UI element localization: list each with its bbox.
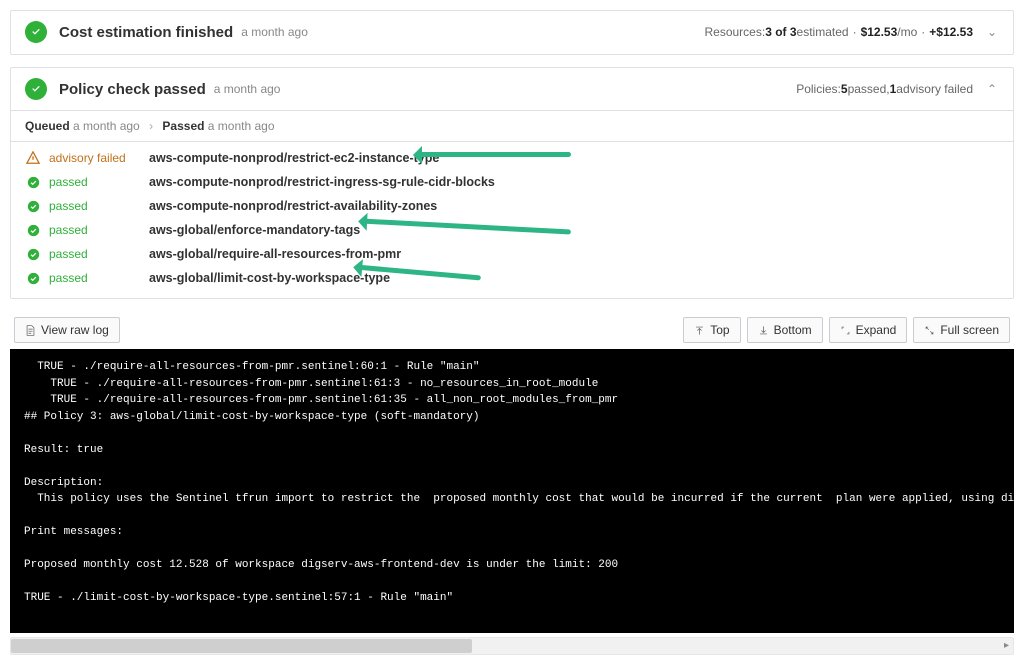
policy-panel-title: Policy check passed	[59, 81, 206, 98]
arrow-top-icon	[694, 325, 705, 336]
cost-estimation-panel: Cost estimation finished a month ago Res…	[10, 10, 1014, 55]
full-screen-button[interactable]: Full screen	[913, 317, 1010, 343]
policy-name: aws-compute-nonprod/restrict-availabilit…	[149, 199, 437, 213]
policy-status-breadcrumb: Queued a month ago › Passed a month ago	[11, 111, 1013, 142]
annotation-arrow	[416, 152, 571, 157]
terminal-output[interactable]: TRUE - ./require-all-resources-from-pmr.…	[10, 349, 1014, 633]
cost-panel-title: Cost estimation finished	[59, 24, 233, 41]
fullscreen-icon	[924, 325, 935, 336]
policy-row[interactable]: passed aws-global/require-all-resources-…	[25, 242, 999, 266]
policy-name: aws-global/require-all-resources-from-pm…	[149, 247, 401, 261]
scroll-right-icon[interactable]: ▸	[1004, 640, 1009, 651]
horizontal-scrollbar[interactable]: ◂ ▸	[10, 637, 1014, 655]
scrollbar-thumb[interactable]	[11, 639, 472, 653]
cost-summary: Resources: 3 of 3 estimated · $12.53 /mo…	[704, 25, 999, 39]
pass-check-icon	[25, 248, 41, 261]
policy-panel-header[interactable]: Policy check passed a month ago Policies…	[11, 68, 1013, 111]
pass-check-icon	[25, 224, 41, 237]
pass-check-icon	[25, 272, 41, 285]
warning-icon	[25, 151, 41, 165]
view-raw-log-button[interactable]: View raw log	[14, 317, 120, 343]
success-check-icon	[25, 21, 47, 43]
policy-status: passed	[49, 223, 149, 237]
expand-icon	[840, 325, 851, 336]
policy-row[interactable]: passed aws-global/limit-cost-by-workspac…	[25, 266, 999, 290]
cost-panel-time: a month ago	[241, 25, 308, 39]
arrow-bottom-icon	[758, 325, 769, 336]
policy-name: aws-compute-nonprod/restrict-ec2-instanc…	[149, 151, 439, 165]
file-icon	[25, 325, 36, 336]
policy-summary: Policies: 5 passed, 1 advisory failed ⌃	[796, 82, 999, 96]
chevron-down-icon[interactable]: ⌄	[985, 25, 999, 39]
policy-list: advisory failed aws-compute-nonprod/rest…	[11, 142, 1013, 298]
scroll-top-button[interactable]: Top	[683, 317, 740, 343]
cost-panel-header[interactable]: Cost estimation finished a month ago Res…	[11, 11, 1013, 54]
pass-check-icon	[25, 200, 41, 213]
chevron-up-icon[interactable]: ⌃	[985, 82, 999, 96]
policy-row[interactable]: advisory failed aws-compute-nonprod/rest…	[25, 146, 999, 170]
policy-name: aws-compute-nonprod/restrict-ingress-sg-…	[149, 175, 495, 189]
policy-status: advisory failed	[49, 151, 149, 165]
log-toolbar: View raw log Top Bottom Expand Full scre…	[10, 311, 1014, 349]
policy-status: passed	[49, 199, 149, 213]
policy-row[interactable]: passed aws-compute-nonprod/restrict-ingr…	[25, 170, 999, 194]
policy-check-panel: Policy check passed a month ago Policies…	[10, 67, 1014, 299]
policy-row[interactable]: passed aws-compute-nonprod/restrict-avai…	[25, 194, 999, 218]
policy-name: aws-global/enforce-mandatory-tags	[149, 223, 360, 237]
scroll-bottom-button[interactable]: Bottom	[747, 317, 823, 343]
pass-check-icon	[25, 176, 41, 189]
policy-status: passed	[49, 247, 149, 261]
policy-status: passed	[49, 271, 149, 285]
policy-panel-time: a month ago	[214, 82, 281, 96]
success-check-icon	[25, 78, 47, 100]
expand-button[interactable]: Expand	[829, 317, 908, 343]
policy-status: passed	[49, 175, 149, 189]
